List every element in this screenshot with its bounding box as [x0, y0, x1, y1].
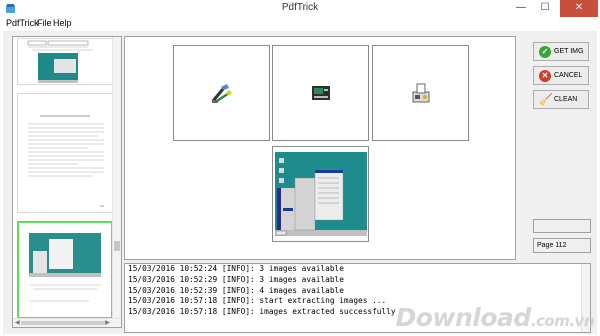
maximize-button[interactable]: ☐: [534, 0, 556, 17]
thumbnail-vertical-scrollbar[interactable]: [112, 37, 121, 318]
cancel-icon: ✕: [539, 69, 551, 82]
extracted-image-cell[interactable]: [173, 45, 270, 141]
page-thumbnail-preview: [29, 233, 101, 302]
page-thumbnail-preview: [27, 40, 93, 83]
page-thumbnail[interactable]: [17, 38, 113, 85]
get-img-label: GET IMG: [554, 48, 584, 55]
log-line: 15/03/2016 10:52:39 [INFO]: 4 images ava…: [128, 285, 344, 295]
menu-help[interactable]: Help: [53, 18, 72, 28]
title-bar: PdfTrick — ☐ ✕: [0, 0, 600, 17]
extracted-image-cell[interactable]: [272, 146, 369, 242]
progress-status-field: [533, 219, 591, 233]
menu-file[interactable]: File: [37, 18, 52, 28]
extracted-image-cell[interactable]: [372, 45, 469, 141]
cancel-label: CANCEL: [554, 72, 583, 79]
page-number-status: Page 112: [533, 238, 591, 253]
fax-machine-icon: [412, 83, 429, 103]
clean-button[interactable]: 🧹 CLEAN: [533, 90, 589, 109]
tools-icon: [211, 84, 231, 103]
thumbnail-horizontal-scrollbar[interactable]: ◀ ▶: [13, 318, 121, 327]
extracted-image-cell[interactable]: [272, 45, 369, 141]
printer-icon: [311, 86, 330, 100]
cancel-button[interactable]: ✕ CANCEL: [533, 66, 589, 85]
accept-icon: ✓: [539, 45, 551, 58]
scroll-left-icon[interactable]: ◀: [15, 319, 20, 327]
page-thumbnail-preview: [28, 115, 104, 207]
page-thumbnail-selected[interactable]: [17, 221, 113, 319]
minimize-button[interactable]: —: [510, 0, 532, 17]
extracted-images-canvas: [124, 36, 516, 260]
scroll-right-icon[interactable]: ▶: [105, 319, 110, 327]
get-img-button[interactable]: ✓ GET IMG: [533, 42, 589, 61]
log-line: 15/03/2016 10:52:24 [INFO]: 3 images ava…: [128, 264, 344, 273]
broom-icon: 🧹: [539, 93, 553, 106]
menu-bar: PdfTrick File Help: [0, 17, 600, 31]
watermark-logo: Download.com.vn: [395, 303, 594, 332]
extracted-screenshot-image: [274, 152, 367, 236]
clean-label: CLEAN: [554, 96, 578, 103]
close-button[interactable]: ✕: [560, 0, 598, 17]
main-panel: ◀ ▶ ✓ GET IMG ✕ CANCEL 🧹 CLEAN Page 112 …: [3, 31, 597, 334]
menu-pdftrick[interactable]: PdfTrick: [6, 18, 39, 28]
log-line: 15/03/2016 10:52:29 [INFO]: 3 images ava…: [128, 274, 344, 284]
page-thumbnail[interactable]: [17, 93, 113, 213]
page-thumbnail-list[interactable]: ◀ ▶: [12, 36, 122, 328]
